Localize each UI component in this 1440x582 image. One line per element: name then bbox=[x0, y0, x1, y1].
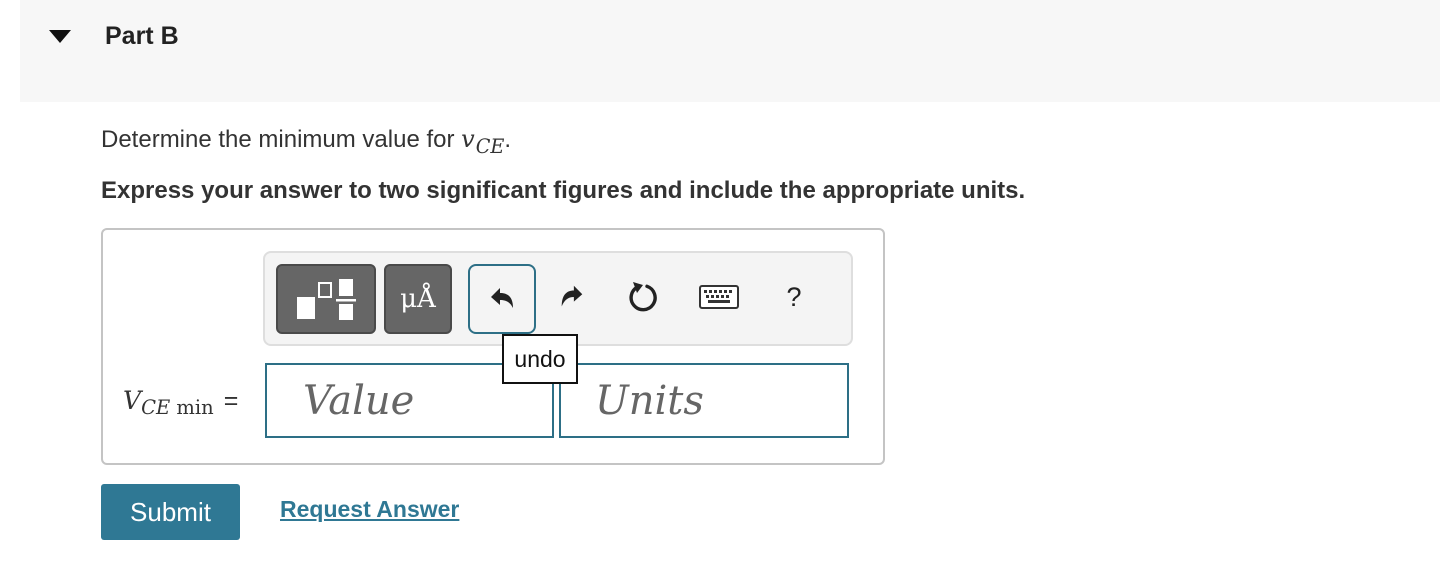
question-variable: vCE bbox=[461, 125, 505, 158]
redo-button[interactable] bbox=[552, 276, 592, 318]
value-placeholder: Value bbox=[303, 377, 415, 424]
units-placeholder: Units bbox=[595, 377, 704, 424]
request-answer-link[interactable]: Request Answer bbox=[280, 496, 459, 523]
units-icon: μÅ bbox=[400, 284, 436, 314]
units-button[interactable]: μÅ bbox=[384, 264, 452, 334]
part-title: Part B bbox=[105, 22, 179, 50]
question-prefix: Determine the minimum value for bbox=[101, 126, 462, 153]
undo-icon bbox=[491, 288, 513, 308]
instruction-text: Express your answer to two significant f… bbox=[101, 177, 1026, 204]
equals-sign: = bbox=[223, 387, 239, 415]
templates-button[interactable] bbox=[276, 264, 376, 334]
part-header bbox=[20, 0, 1440, 102]
collapse-caret-icon[interactable] bbox=[49, 30, 71, 43]
keyboard-button[interactable] bbox=[694, 276, 744, 318]
answer-label: VCE min = bbox=[123, 386, 239, 419]
undo-button[interactable] bbox=[468, 264, 536, 334]
question-suffix: . bbox=[504, 126, 512, 153]
help-icon: ? bbox=[786, 281, 802, 312]
keyboard-icon bbox=[699, 285, 739, 309]
undo-tooltip: undo bbox=[502, 334, 578, 384]
submit-button[interactable]: Submit bbox=[101, 484, 240, 540]
redo-icon bbox=[561, 285, 583, 307]
help-button[interactable]: ? bbox=[776, 276, 812, 318]
units-input[interactable]: Units bbox=[559, 363, 849, 438]
reset-button[interactable] bbox=[622, 276, 666, 318]
reset-icon bbox=[629, 282, 657, 312]
question-text: Determine the minimum value for vCE. bbox=[101, 125, 512, 158]
templates-icon bbox=[297, 279, 356, 320]
